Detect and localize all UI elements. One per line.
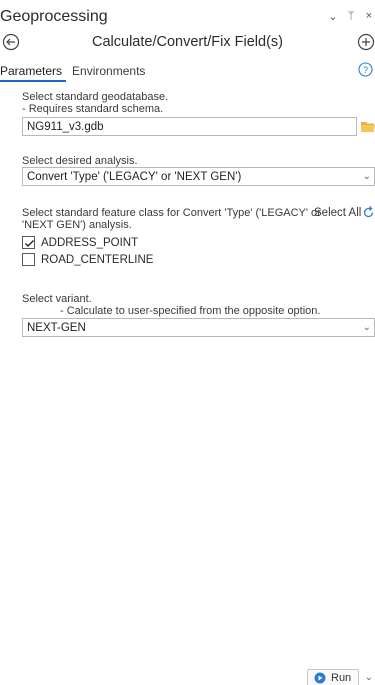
- add-icon[interactable]: [357, 33, 375, 51]
- svg-text:?: ?: [363, 65, 368, 75]
- variant-select[interactable]: NEXT-GEN ⌄: [22, 318, 375, 337]
- tab-bar: Parameters Environments: [0, 64, 155, 82]
- reset-icon[interactable]: [362, 206, 375, 219]
- checkbox-label: ROAD_CENTERLINE: [41, 253, 154, 266]
- feature-class-label-cont: 'NEXT GEN') analysis.: [22, 219, 132, 231]
- select-all-button[interactable]: Select All: [314, 207, 361, 220]
- checkbox-checked[interactable]: [22, 236, 35, 249]
- gdb-input[interactable]: NG911_v3.gdb: [22, 117, 357, 136]
- tab-environments[interactable]: Environments: [72, 64, 149, 82]
- analysis-select[interactable]: Convert 'Type' ('LEGACY' or 'NEXT GEN') …: [22, 167, 375, 186]
- checkbox-label: ADDRESS_POINT: [41, 236, 139, 249]
- close-icon[interactable]: ×: [363, 10, 375, 23]
- chevron-down-icon: ⌄: [362, 322, 371, 333]
- tool-title: Calculate/Convert/Fix Field(s): [92, 34, 283, 50]
- variant-value: NEXT-GEN: [27, 322, 86, 334]
- checkbox-road-centerline[interactable]: ROAD_CENTERLINE: [22, 253, 153, 266]
- chevron-down-icon[interactable]: ⌄: [365, 672, 373, 683]
- pane-controls: ⌄ ᛘ ×: [327, 10, 375, 23]
- run-label: Run: [331, 672, 352, 684]
- tab-parameters[interactable]: Parameters: [0, 64, 67, 82]
- chevron-down-icon[interactable]: ⌄: [327, 10, 339, 23]
- pane-title: Geoprocessing: [0, 8, 108, 25]
- pin-icon[interactable]: ᛘ: [345, 10, 357, 23]
- run-button[interactable]: Run: [307, 669, 359, 685]
- gdb-sublabel: - Requires standard schema.: [22, 103, 164, 115]
- variant-sublabel: - Calculate to user-specified from the o…: [60, 305, 321, 317]
- checkbox-address-point[interactable]: ADDRESS_POINT: [22, 236, 138, 249]
- play-icon: [314, 672, 326, 684]
- folder-icon[interactable]: [361, 120, 375, 133]
- help-icon[interactable]: ?: [358, 62, 373, 77]
- chevron-down-icon: ⌄: [362, 171, 371, 182]
- checkbox-unchecked[interactable]: [22, 253, 35, 266]
- analysis-value: Convert 'Type' ('LEGACY' or 'NEXT GEN'): [27, 171, 242, 183]
